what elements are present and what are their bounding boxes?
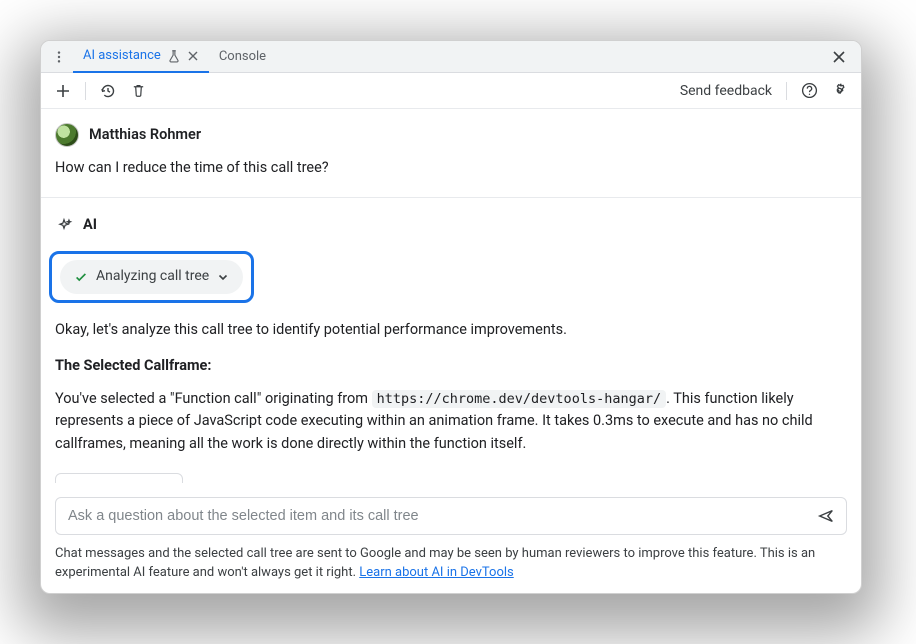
ai-body: You've selected a "Function call" origin… xyxy=(55,388,847,455)
avatar xyxy=(55,123,79,147)
username: Matthias Rohmer xyxy=(89,124,201,146)
tab-label: Console xyxy=(219,49,266,64)
settings-button[interactable] xyxy=(825,77,853,105)
analysis-status-chip[interactable]: Analyzing call tree xyxy=(60,260,243,294)
url-code: https://chrome.dev/devtools-hangar/ xyxy=(372,390,666,408)
divider xyxy=(41,197,861,198)
divider xyxy=(786,82,787,100)
delete-button[interactable] xyxy=(124,77,152,105)
ai-intro: Okay, let's analyze this call tree to id… xyxy=(55,319,847,341)
chat-content: Matthias Rohmer How can I reduce the tim… xyxy=(41,109,861,483)
sparkle-icon xyxy=(55,217,73,235)
status-highlight: Analyzing call tree xyxy=(49,251,254,303)
input-row xyxy=(55,497,847,535)
close-tab-icon[interactable] xyxy=(187,50,199,62)
ai-label: AI xyxy=(83,214,97,236)
close-panel-icon[interactable] xyxy=(827,45,851,69)
tab-label: AI assistance xyxy=(83,48,161,63)
experiment-icon xyxy=(167,49,181,63)
send-button[interactable] xyxy=(814,504,838,528)
tab-console[interactable]: Console xyxy=(209,41,276,73)
status-label: Analyzing call tree xyxy=(96,266,209,288)
more-tabs-icon[interactable] xyxy=(49,47,69,67)
devtools-panel: AI assistance Console Send feedback xyxy=(40,40,862,594)
ai-heading: The Selected Callframe: xyxy=(55,355,847,377)
history-button[interactable] xyxy=(94,77,122,105)
tab-bar: AI assistance Console xyxy=(41,41,861,73)
ai-body-before: You've selected a "Function call" origin… xyxy=(55,390,372,407)
input-box xyxy=(55,497,847,535)
divider xyxy=(85,82,86,100)
function-call-chip[interactable]: Function call xyxy=(55,473,183,483)
help-button[interactable] xyxy=(795,77,823,105)
send-feedback-link[interactable]: Send feedback xyxy=(674,83,778,99)
disclaimer: Chat messages and the selected call tree… xyxy=(41,541,861,593)
toolbar: Send feedback xyxy=(41,73,861,109)
chevron-down-icon xyxy=(217,271,229,283)
learn-more-link[interactable]: Learn about AI in DevTools xyxy=(359,565,513,580)
new-chat-button[interactable] xyxy=(49,77,77,105)
chip-label: Function call xyxy=(91,480,170,483)
check-icon xyxy=(74,270,88,284)
user-header: Matthias Rohmer xyxy=(55,123,847,147)
ai-header: AI xyxy=(55,214,847,236)
tab-ai-assistance[interactable]: AI assistance xyxy=(73,41,209,73)
chat-input[interactable] xyxy=(68,508,806,524)
user-message: How can I reduce the time of this call t… xyxy=(55,157,847,179)
